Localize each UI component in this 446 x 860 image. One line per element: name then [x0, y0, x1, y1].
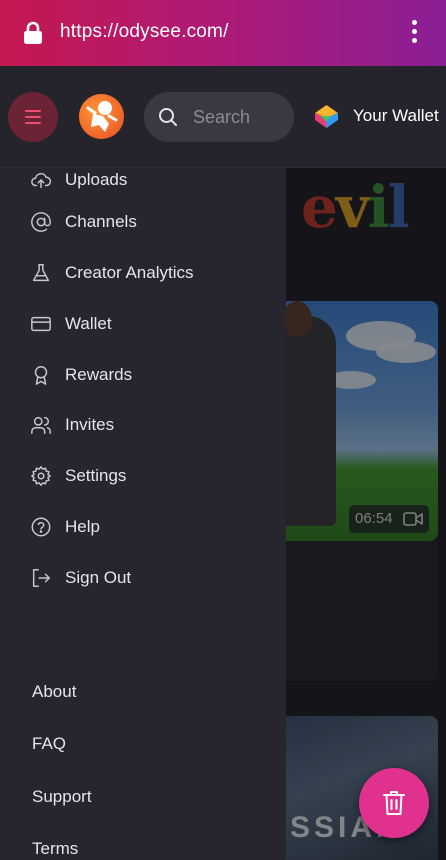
- sidebar-item-label: Sign Out: [65, 568, 132, 587]
- sidebar-item-label: Settings: [65, 466, 127, 485]
- content-feed: evil 06:54 SSIAN: [286, 168, 446, 860]
- delete-fab-button[interactable]: [359, 768, 429, 838]
- drawer-overlay[interactable]: [286, 168, 446, 860]
- sign-out-icon: [32, 569, 50, 587]
- search-icon: [159, 108, 177, 126]
- sidebar-item-label: Wallet: [65, 314, 112, 333]
- gear-icon: [31, 466, 51, 486]
- cloud-upload-icon: [31, 172, 52, 189]
- footer-link-terms[interactable]: Terms: [32, 839, 78, 859]
- hamburger-icon: [25, 110, 41, 112]
- odysee-logo[interactable]: [79, 94, 124, 139]
- lbc-wallet-icon[interactable]: [314, 104, 339, 129]
- hamburger-line: [25, 122, 41, 124]
- trash-icon: [383, 791, 405, 815]
- sidebar-item-label: Help: [65, 517, 100, 536]
- menu-button[interactable]: [8, 92, 58, 142]
- at-sign-icon: [31, 212, 51, 232]
- sidebar-item-label: Uploads: [65, 170, 128, 189]
- search-input[interactable]: Search: [144, 92, 294, 142]
- users-icon: [31, 416, 51, 434]
- app-header: Search Your Wallet: [0, 66, 446, 168]
- sidebar-item-label: Creator Analytics: [65, 263, 194, 282]
- help-circle-icon: [31, 517, 51, 537]
- sidebar-item-uploads[interactable]: Uploads: [0, 168, 286, 204]
- astronaut-icon: [86, 101, 118, 132]
- sidebar-item-help[interactable]: Help: [0, 505, 286, 551]
- wallet-label[interactable]: Your Wallet: [353, 106, 439, 126]
- sidebar-item-channels[interactable]: Channels: [0, 200, 286, 246]
- sidebar-item-rewards[interactable]: Rewards: [0, 353, 286, 399]
- lock-icon: [24, 21, 42, 44]
- side-drawer: Uploads Channels Creator Analytics Walle…: [0, 168, 286, 860]
- sidebar-item-wallet[interactable]: Wallet: [0, 302, 286, 348]
- sidebar-item-label: Invites: [65, 415, 115, 434]
- award-icon: [34, 366, 48, 385]
- sidebar-item-label: Channels: [65, 212, 137, 231]
- flask-icon: [32, 264, 50, 282]
- footer-link-support[interactable]: Support: [32, 787, 92, 807]
- sidebar-item-invites[interactable]: Invites: [0, 403, 286, 449]
- credit-card-icon: [31, 316, 51, 332]
- browser-url-bar: https://odysee.com/: [0, 0, 446, 66]
- sidebar-item-label: Rewards: [65, 365, 133, 384]
- search-placeholder: Search: [193, 107, 251, 127]
- url-text[interactable]: https://odysee.com/: [60, 21, 229, 43]
- footer-link-about[interactable]: About: [32, 682, 76, 702]
- hamburger-line: [25, 116, 41, 118]
- sidebar-item-sign-out[interactable]: Sign Out: [0, 556, 286, 602]
- sidebar-item-settings[interactable]: Settings: [0, 454, 286, 500]
- footer-link-faq[interactable]: FAQ: [32, 734, 66, 754]
- sidebar-item-creator-analytics[interactable]: Creator Analytics: [0, 251, 286, 297]
- more-options-icon[interactable]: [405, 20, 423, 46]
